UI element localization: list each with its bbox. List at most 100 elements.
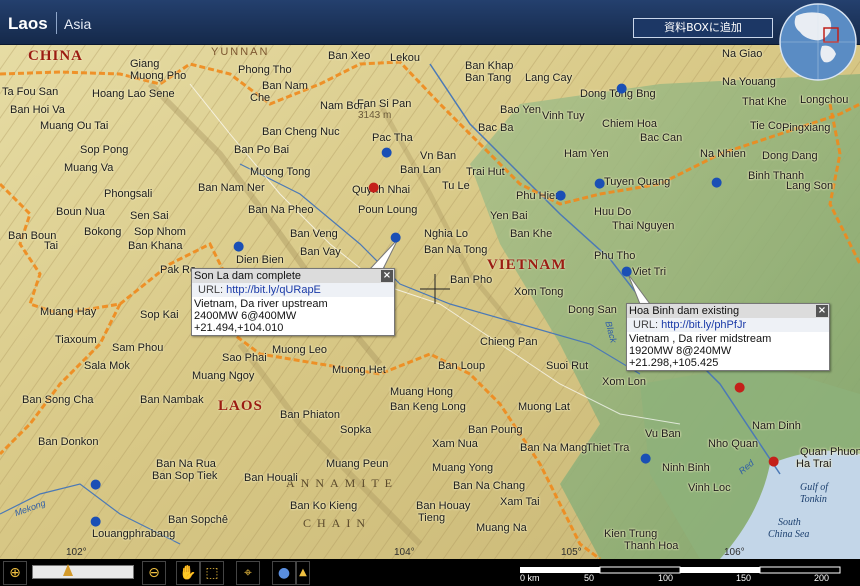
map-canvas[interactable]: CHINA VIETNAM LAOS YUNNAN ANNAMITE CHAIN… — [0, 44, 860, 559]
close-icon[interactable]: × — [816, 305, 828, 317]
place-label: Phu Tho — [594, 250, 636, 262]
province-label-yunnan: YUNNAN — [211, 46, 270, 58]
place-label: Ban Hoi Va — [10, 104, 65, 116]
place-label: Sop Kai — [140, 309, 179, 321]
popup-url-link[interactable]: http://bit.ly/phPfJr — [661, 319, 746, 331]
place-label: Bokong — [84, 226, 122, 238]
place-label: Longchou — [800, 94, 849, 106]
place-label: Xam Nua — [432, 438, 478, 450]
pin-marker-icon[interactable]: ● — [272, 561, 296, 585]
zoom-out-icon[interactable]: ⊖ — [142, 561, 166, 585]
popup-url-row: URL: http://bit.ly/qURapE — [192, 283, 394, 297]
dam-pin-hoa-binh[interactable]: ● — [621, 264, 632, 279]
place-label: Na Nhien — [700, 148, 746, 160]
country-label-china: CHINA — [28, 48, 84, 64]
scale-label: 150 — [736, 573, 752, 583]
place-label: Muang Hay — [40, 306, 97, 318]
coord-label-104: 104° — [394, 547, 415, 558]
pan-hand-icon[interactable]: ✋ — [176, 561, 200, 585]
place-label: Che — [250, 92, 271, 104]
zoom-in-icon[interactable]: ⊕ — [3, 561, 27, 585]
place-label: Tie Co — [750, 120, 782, 132]
popup-url-label: URL: — [633, 319, 659, 331]
popup-title: Hoa Binh dam existing — [629, 305, 740, 317]
place-label: Ban Ko Kieng — [290, 500, 358, 512]
place-label: Ninh Binh — [662, 462, 710, 474]
coord-label-102: 102° — [66, 547, 87, 558]
place-label: Sop Nhom — [134, 226, 186, 238]
place-label: Ban Na Pheo — [248, 204, 314, 216]
place-label: Thanh Hoa — [624, 540, 679, 552]
place-label: Pingxiang — [782, 122, 831, 134]
place-label: Phong Tho — [238, 64, 292, 76]
place-label: Ban Nam Ner — [198, 182, 265, 194]
sea-label-china-1: South — [778, 517, 801, 528]
chevron-up-icon[interactable]: ▲ — [296, 561, 310, 585]
place-label: Ban Veng — [290, 228, 338, 240]
location-pin-red[interactable]: ● — [368, 180, 379, 195]
popup-line: Vietnam , Da river midstream — [629, 333, 772, 345]
place-label: Pac Tha — [372, 132, 413, 144]
place-label: Quynh Nhai — [352, 184, 411, 196]
place-label: Ban Na Rua — [156, 458, 216, 470]
location-pin-red[interactable]: ● — [734, 380, 745, 395]
location-pin[interactable]: ● — [90, 514, 101, 529]
place-label: Ban Nambak — [140, 394, 204, 406]
location-pin[interactable]: ● — [381, 145, 392, 160]
place-label: Quan Phuong — [800, 446, 860, 458]
crosshair-target-icon[interactable]: ⌖ — [236, 561, 260, 585]
place-label: Fan Si Pan — [357, 98, 412, 110]
popup-title: Son La dam complete — [194, 270, 302, 282]
coord-label-106: 106° — [724, 547, 745, 558]
popup-url-row: URL: http://bit.ly/phPfJr — [627, 318, 829, 332]
place-label: Vinh Tuy — [542, 110, 585, 122]
location-pin[interactable]: ● — [711, 175, 722, 190]
close-icon[interactable]: × — [381, 270, 393, 282]
range-label-2: CHAIN — [303, 516, 371, 530]
place-label: Ban Pho — [450, 274, 493, 286]
place-label: Phongsali — [104, 188, 153, 200]
place-label: Muong Pho — [130, 70, 187, 82]
zoom-slider[interactable] — [32, 564, 134, 579]
place-label: Ban Sop Tiek — [152, 470, 218, 482]
place-label: Dien Bien — [236, 254, 284, 266]
location-pin-red[interactable]: ● — [768, 454, 779, 469]
popup-line: Vietnam, Da river upstream — [194, 298, 328, 310]
place-label: Viet Tri — [632, 266, 667, 278]
place-label: Tieng — [418, 512, 446, 524]
location-pin[interactable]: ● — [555, 188, 566, 203]
place-label: Bao Yen — [500, 104, 541, 116]
location-pin[interactable]: ● — [594, 176, 605, 191]
place-label: Poun Loung — [358, 204, 418, 216]
popup-line: 1920MW 8@240MW — [629, 345, 732, 357]
location-pin[interactable]: ● — [233, 239, 244, 254]
location-pin[interactable]: ● — [640, 451, 651, 466]
place-label: Ban Houay — [416, 500, 471, 512]
popup-son-la: Son La dam complete × URL: http://bit.ly… — [191, 268, 395, 336]
place-label: Ban Song Cha — [22, 394, 94, 406]
location-pin[interactable]: ● — [616, 81, 627, 96]
globe-inset[interactable] — [778, 2, 858, 82]
location-pin[interactable]: ● — [90, 477, 101, 492]
terrain-layer — [0, 44, 860, 559]
place-label: Na Giao — [722, 48, 763, 60]
place-label: Tai — [44, 240, 59, 252]
select-box-icon[interactable]: ⬚ — [200, 561, 224, 585]
place-label: Lang Son — [786, 180, 834, 192]
zoom-slider-thumb[interactable] — [63, 564, 73, 576]
sea-label-china-2: China Sea — [768, 529, 810, 540]
place-label: Muong Tong — [250, 166, 311, 178]
place-label: Ban Loup — [438, 360, 486, 372]
place-label: Tiaxoum — [55, 334, 97, 346]
place-label: Vinh Loc — [688, 482, 731, 494]
popup-url-link[interactable]: http://bit.ly/qURapE — [226, 284, 321, 296]
popup-url-label: URL: — [198, 284, 224, 296]
scale-label: 100 — [658, 573, 674, 583]
header-divider — [56, 12, 57, 34]
place-label: Dong Dang — [762, 150, 818, 162]
place-label: Thai Nguyen — [612, 220, 675, 232]
place-label: Ban Na Tong — [424, 244, 488, 256]
add-to-box-button[interactable]: 資料BOXに追加 — [633, 18, 773, 38]
dam-pin-son-la[interactable]: ● — [390, 230, 401, 245]
place-label: Muong Lat — [518, 401, 570, 413]
